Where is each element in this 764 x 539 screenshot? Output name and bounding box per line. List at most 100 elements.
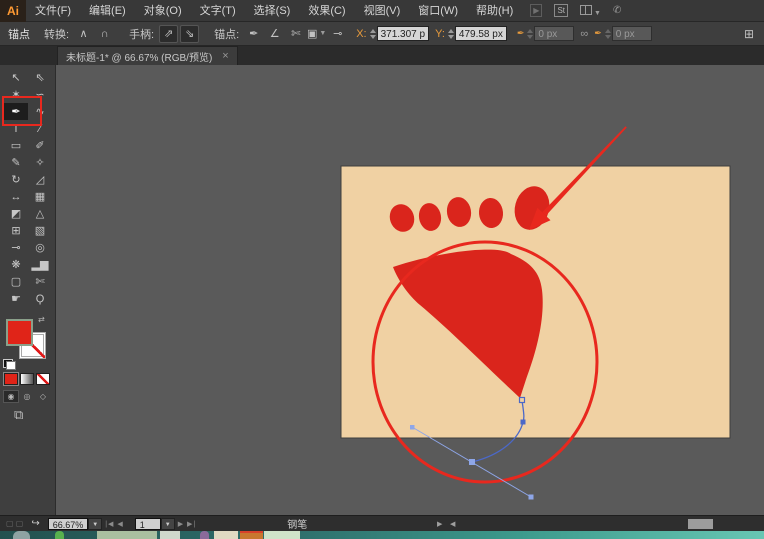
eyedropper-tool[interactable]: ⊸ [4,239,28,256]
canvas[interactable] [56,65,764,515]
blend-tool[interactable]: ◎ [28,239,52,256]
menu-file[interactable]: 文件(F) [26,0,80,22]
convert-to-corner-button[interactable]: ∧ [74,25,93,43]
anchor-point[interactable] [520,419,526,425]
isolate-selection-button[interactable]: ▣ ▼ [307,25,326,43]
fill-color-swatch[interactable] [6,319,33,346]
menu-object[interactable]: 对象(O) [135,0,191,22]
y-input[interactable]: 479.58 px [454,26,507,41]
share-icon[interactable]: ✆ [613,5,621,16]
zoom-level-field[interactable]: 66.67% [47,517,89,530]
remove-anchor-button[interactable]: ✒ [244,25,263,43]
cut-path-button[interactable]: ✄ [286,25,305,43]
taskbar-icon-fragment [55,531,64,539]
pencil-tool[interactable]: ✎ [4,154,28,171]
gradient-button[interactable] [20,373,34,385]
anchor-point-selected[interactable] [469,459,475,465]
artboard-number-field[interactable]: 1 [134,517,161,530]
scroll-left-icon[interactable]: ◀ [450,520,455,528]
scale-tool[interactable]: ◿ [28,171,52,188]
show-handles-button[interactable]: ⇗ [159,24,179,43]
zoom-tool[interactable]: Ϙ [28,290,52,307]
color-button[interactable] [3,372,19,386]
convert-label: 转换: [44,28,70,41]
menu-type[interactable]: 文字(T) [191,0,245,22]
go-to-bridge-icon[interactable]: ↪ [31,518,39,529]
none-button[interactable] [36,373,50,385]
chevron-down-icon: ▼ [594,9,601,17]
curvature-tool[interactable]: ∿ [28,103,52,120]
rectangle-tool[interactable]: ▭ [4,137,28,154]
draw-inside-button[interactable]: ◇ [35,390,51,403]
pen-tool[interactable]: ✒ [4,103,28,120]
status-bar: ▢ ▢ ↪ 66.67% ▼ |◀ ◀ 1 ▼ ▶ ▶| 钢笔 ▶ ◀ [0,515,764,531]
menu-help[interactable]: 帮助(H) [467,0,522,22]
close-icon[interactable]: × [222,50,228,62]
y-stepper[interactable] [447,28,454,39]
symbol-sprayer-tool[interactable]: ❋ [4,256,28,273]
zoom-dropdown-icon[interactable]: ▼ [88,517,103,530]
graph-tool[interactable]: ▂▆ [28,256,52,273]
document-title: 未标题-1* @ 66.67% (RGB/预览) [66,52,213,64]
direct-selection-tool[interactable]: ⇖ [28,69,52,86]
draw-normal-button[interactable]: ◉ [3,390,19,403]
swap-fill-stroke-icon[interactable]: ⇄ [38,315,45,324]
free-transform-tool[interactable]: ▦ [28,188,52,205]
menu-edit[interactable]: 编辑(E) [80,0,135,22]
gradient-tool[interactable]: ▧ [28,222,52,239]
connect-path-icon[interactable]: ⊸ [328,25,347,43]
current-tool-label: 钢笔 [287,520,308,531]
hide-handles-button[interactable]: ⇘ [180,24,200,43]
perspective-grid-tool[interactable]: △ [28,205,52,222]
default-fill-stroke-icon[interactable] [3,359,16,370]
menu-select[interactable]: 选择(S) [245,0,300,22]
handle-end-point[interactable] [528,494,534,500]
first-artboard-button[interactable]: |◀ ◀ [105,520,124,528]
windows-taskbar-sliver [0,531,764,539]
draw-behind-button[interactable]: ◎ [19,390,35,403]
x-stepper[interactable] [369,28,376,39]
width-input: 0 px [534,26,575,41]
type-tool[interactable]: T [4,120,28,137]
screen-mode-icon[interactable]: ⧉ [14,407,23,423]
anchors-label: 锚点: [214,28,240,41]
hand-tool[interactable]: ☛ [4,290,28,307]
selection-tool[interactable]: ↖ [4,69,28,86]
x-input[interactable]: 371.307 p [376,26,430,41]
anchor-point[interactable] [518,396,526,404]
corner-point-button[interactable]: ∠ [265,25,284,43]
stock-icon[interactable]: St [554,4,568,17]
taskbar-icon-fragment [240,531,263,539]
bridge-icon[interactable]: ▶ [530,4,543,17]
illustrator-window: Ai 文件(F) 编辑(E) 对象(O) 文字(T) 选择(S) 效果(C) 视… [0,0,764,539]
width-tool[interactable]: ↔ [4,188,28,205]
slice-tool[interactable]: ✄ [28,273,52,290]
artboard-tool[interactable]: ▢ [4,273,28,290]
shaper-tool[interactable]: ✧ [28,154,52,171]
handle-end-point[interactable] [410,425,415,430]
line-segment-tool[interactable]: ∕ [28,120,52,137]
magic-wand-tool[interactable]: ✶ [4,86,28,103]
rotate-tool[interactable]: ↻ [4,171,28,188]
paintbrush-tool[interactable]: ✐ [28,137,52,154]
tools-panel: ↖ ⇖ ✶ ∽ ✒ ∿ T ∕ ▭ ✐ ✎ ✧ ↻ ◿ ↔ ▦ ◩ △ ⊞ ▧ [0,65,56,515]
workspace-switcher[interactable]: ▼ [580,2,601,20]
status-expand-icon[interactable]: ▶ [437,520,442,528]
convert-to-smooth-button[interactable]: ∩ [95,25,114,43]
mesh-tool[interactable]: ⊞ [4,222,28,239]
artboard-dropdown-icon[interactable]: ▼ [160,517,175,530]
taskbar-icon-fragment [160,531,180,539]
shape-builder-tool[interactable]: ◩ [4,205,28,222]
menu-view[interactable]: 视图(V) [355,0,410,22]
lasso-tool[interactable]: ∽ [28,86,52,103]
menu-window[interactable]: 窗口(W) [409,0,467,22]
taskbar-icon-fragment [214,531,238,539]
document-tab[interactable]: 未标题-1* @ 66.67% (RGB/预览) × [57,46,238,65]
link-dimensions-icon[interactable]: ∞ [580,28,588,40]
horizontal-scrollbar-thumb[interactable] [688,519,713,529]
status-dim-icon: ▢ ▢ [6,519,24,528]
menu-effect[interactable]: 效果(C) [299,0,354,22]
transform-options-icon[interactable]: ⊞ [744,27,754,41]
last-artboard-button[interactable]: ▶ ▶| [178,520,197,528]
artwork-svg [340,126,731,500]
